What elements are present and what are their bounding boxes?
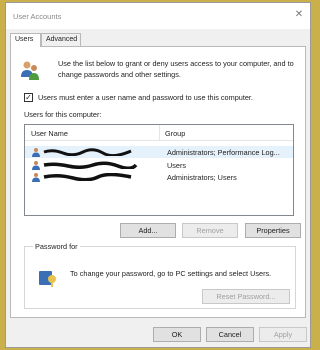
password-group: Password for To change your password, go… [24, 242, 296, 309]
window-title: User Accounts [13, 12, 62, 21]
column-header-user-name[interactable]: User Name [31, 129, 68, 138]
properties-button[interactable]: Properties [245, 223, 301, 238]
title-bar: User Accounts ✕ [6, 3, 310, 29]
require-login-checkbox[interactable]: ✓ [24, 93, 33, 102]
row-group: Administrators; Users [167, 173, 237, 182]
password-group-label: Password for [33, 242, 80, 251]
tab-users[interactable]: Users [10, 33, 41, 47]
user-icon [32, 173, 40, 182]
table-row[interactable]: Administrators; Performance Log... [25, 146, 293, 158]
remove-button[interactable]: Remove [182, 223, 238, 238]
user-accounts-window: User Accounts ✕ Users Advanced Use the l… [5, 2, 311, 348]
redacted-username [43, 148, 132, 156]
users-list-header: User Name Group [25, 125, 293, 141]
add-button[interactable]: Add... [120, 223, 176, 238]
users-list[interactable]: User Name Group Administrators; Performa… [24, 124, 294, 216]
ok-button[interactable]: OK [153, 327, 201, 342]
users-tab-panel: Use the list below to grant or deny user… [10, 46, 306, 318]
reset-password-button[interactable]: Reset Password... [202, 289, 290, 304]
column-header-group[interactable]: Group [165, 129, 185, 138]
apply-button[interactable]: Apply [259, 327, 307, 342]
users-icon [21, 61, 39, 80]
require-login-label[interactable]: Users must enter a user name and passwor… [38, 93, 253, 102]
table-row[interactable]: Administrators; Users [25, 171, 293, 183]
user-icon [32, 148, 40, 157]
password-icon [39, 271, 56, 287]
cancel-button[interactable]: Cancel [206, 327, 254, 342]
tab-advanced[interactable]: Advanced [41, 33, 81, 46]
users-for-computer-label: Users for this computer: [24, 110, 102, 119]
column-divider [159, 125, 160, 141]
close-icon[interactable]: ✕ [292, 8, 306, 22]
row-group: Administrators; Performance Log... [167, 148, 280, 157]
redacted-username [43, 173, 132, 181]
redacted-username [43, 161, 138, 169]
password-instructions: To change your password, go to PC settin… [70, 269, 272, 278]
user-icon [32, 161, 40, 170]
table-row[interactable]: Users [25, 159, 293, 171]
intro-text: Use the list below to grant or deny user… [58, 59, 294, 79]
row-group: Users [167, 161, 187, 170]
